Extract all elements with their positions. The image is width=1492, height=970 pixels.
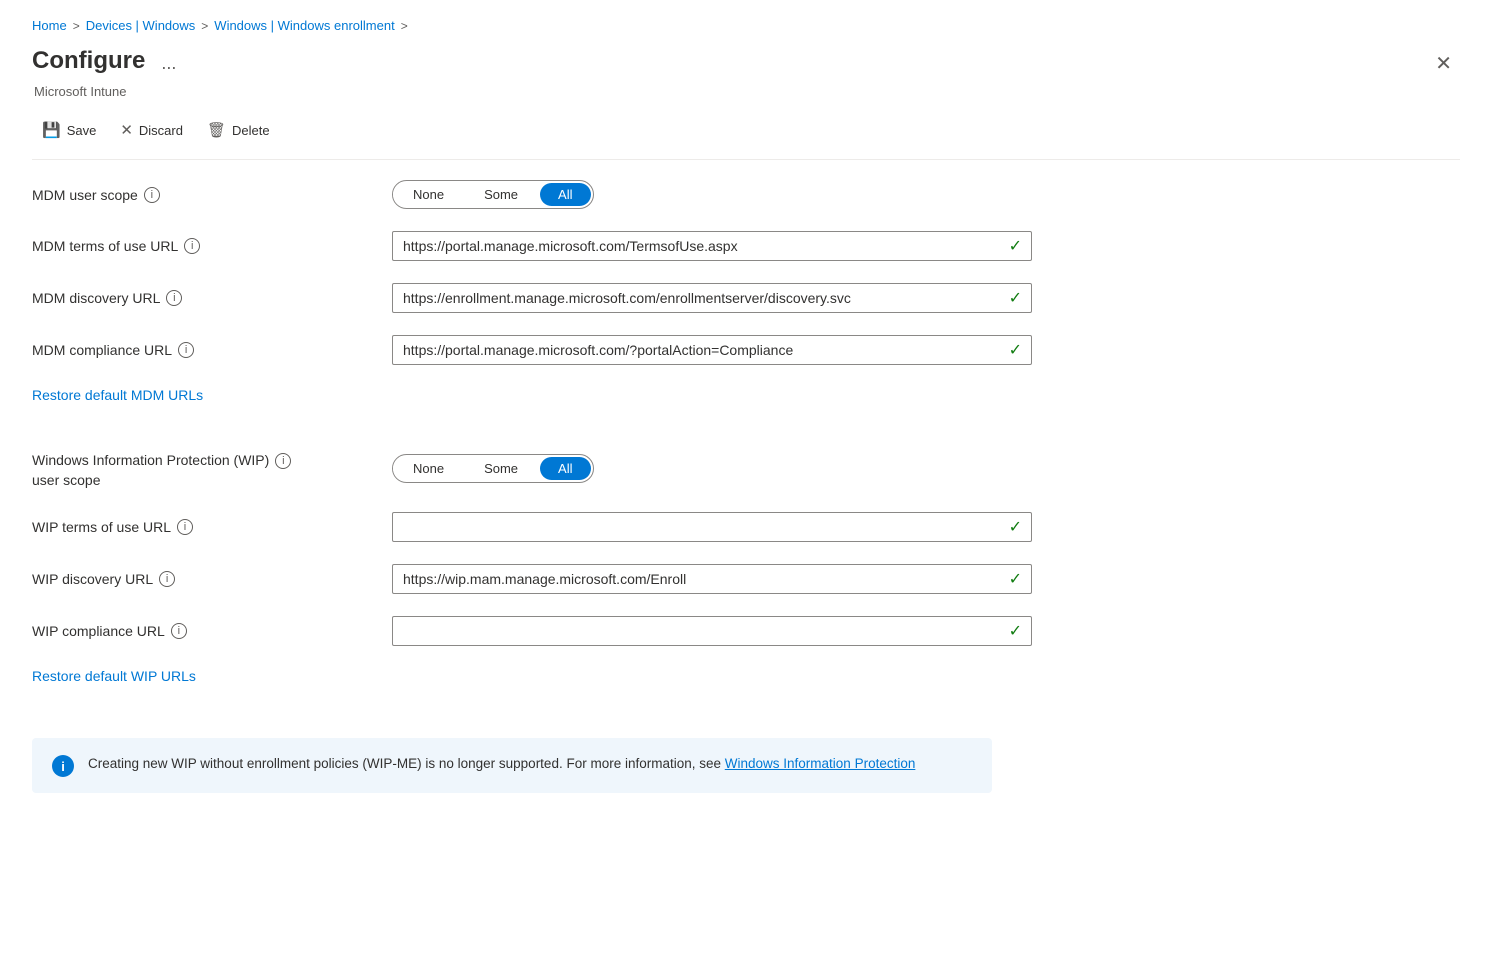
delete-label: Delete bbox=[232, 123, 270, 138]
info-box-link[interactable]: Windows Information Protection bbox=[725, 756, 916, 771]
mdm-compliance-url-label: MDM compliance URL i bbox=[32, 342, 372, 358]
wip-terms-url-input[interactable] bbox=[392, 512, 1032, 542]
mdm-section: MDM user scope i None Some All MDM terms… bbox=[32, 180, 1460, 437]
mdm-discovery-url-row: MDM discovery URL i ✓ bbox=[32, 283, 1460, 313]
wip-section: Windows Information Protection (WIP)user… bbox=[32, 447, 1460, 718]
wip-compliance-url-info-icon[interactable]: i bbox=[171, 623, 187, 639]
wip-user-scope-control: None Some All bbox=[392, 454, 1032, 483]
mdm-discovery-url-control: ✓ bbox=[392, 283, 1032, 313]
mdm-terms-url-input[interactable] bbox=[392, 231, 1032, 261]
header-left: Configure ... bbox=[32, 47, 182, 76]
ellipsis-button[interactable]: ... bbox=[155, 51, 182, 76]
save-label: Save bbox=[67, 123, 97, 138]
wip-discovery-url-info-icon[interactable]: i bbox=[159, 571, 175, 587]
save-button[interactable]: 💾 Save bbox=[32, 115, 106, 145]
wip-discovery-url-row: WIP discovery URL i ✓ bbox=[32, 564, 1460, 594]
mdm-user-scope-row: MDM user scope i None Some All bbox=[32, 180, 1460, 209]
mdm-compliance-url-check-icon: ✓ bbox=[1009, 340, 1022, 360]
wip-compliance-url-check-icon: ✓ bbox=[1009, 621, 1022, 641]
mdm-terms-url-control: ✓ bbox=[392, 231, 1032, 261]
wip-discovery-url-control: ✓ bbox=[392, 564, 1032, 594]
wip-compliance-url-text: WIP compliance URL bbox=[32, 623, 165, 639]
page-container: Home > Devices | Windows > Windows | Win… bbox=[0, 0, 1492, 970]
close-icon: ✕ bbox=[1435, 53, 1452, 75]
mdm-compliance-url-text: MDM compliance URL bbox=[32, 342, 172, 358]
mdm-terms-url-row: MDM terms of use URL i ✓ bbox=[32, 231, 1460, 261]
subtitle: Microsoft Intune bbox=[34, 84, 1460, 99]
info-box-icon: i bbox=[52, 755, 74, 777]
breadcrumb: Home > Devices | Windows > Windows | Win… bbox=[32, 18, 1460, 33]
breadcrumb-sep-1: > bbox=[73, 19, 80, 33]
ellipsis-icon: ... bbox=[161, 53, 176, 73]
breadcrumb-sep-3: > bbox=[401, 19, 408, 33]
wip-user-scope-label: Windows Information Protection (WIP)user… bbox=[32, 447, 372, 490]
breadcrumb-devices-windows[interactable]: Devices | Windows bbox=[86, 18, 196, 33]
mdm-toggle-group: None Some All bbox=[392, 180, 594, 209]
info-box: i Creating new WIP without enrollment po… bbox=[32, 738, 992, 793]
wip-discovery-url-input[interactable] bbox=[392, 564, 1032, 594]
wip-terms-url-text: WIP terms of use URL bbox=[32, 519, 171, 535]
wip-terms-url-check-icon: ✓ bbox=[1009, 517, 1022, 537]
mdm-compliance-url-info-icon[interactable]: i bbox=[178, 342, 194, 358]
mdm-toggle-all[interactable]: All bbox=[540, 183, 590, 206]
mdm-discovery-url-label: MDM discovery URL i bbox=[32, 290, 372, 306]
wip-toggle-none[interactable]: None bbox=[393, 456, 464, 481]
mdm-discovery-url-check-icon: ✓ bbox=[1009, 288, 1022, 308]
delete-icon: 🗑 bbox=[207, 121, 226, 139]
close-button[interactable]: ✕ bbox=[1427, 47, 1460, 80]
mdm-discovery-url-input[interactable] bbox=[392, 283, 1032, 313]
wip-compliance-url-control: ✓ bbox=[392, 616, 1032, 646]
mdm-user-scope-control: None Some All bbox=[392, 180, 1032, 209]
mdm-terms-url-label: MDM terms of use URL i bbox=[32, 238, 372, 254]
breadcrumb-sep-2: > bbox=[201, 19, 208, 33]
wip-terms-url-row: WIP terms of use URL i ✓ bbox=[32, 512, 1460, 542]
wip-toggle-some[interactable]: Some bbox=[464, 456, 538, 481]
mdm-compliance-url-input[interactable] bbox=[392, 335, 1032, 365]
discard-button[interactable]: ✕ Discard bbox=[110, 115, 193, 145]
mdm-compliance-url-row: MDM compliance URL i ✓ bbox=[32, 335, 1460, 365]
mdm-user-scope-info-icon[interactable]: i bbox=[144, 187, 160, 203]
mdm-toggle-some[interactable]: Some bbox=[464, 182, 538, 207]
info-box-text: Creating new WIP without enrollment poli… bbox=[88, 754, 915, 774]
mdm-discovery-url-text: MDM discovery URL bbox=[32, 290, 160, 306]
wip-user-scope-text: Windows Information Protection (WIP)user… bbox=[32, 451, 269, 490]
mdm-compliance-url-control: ✓ bbox=[392, 335, 1032, 365]
wip-discovery-url-text: WIP discovery URL bbox=[32, 571, 153, 587]
wip-terms-url-label: WIP terms of use URL i bbox=[32, 519, 372, 535]
mdm-terms-url-text: MDM terms of use URL bbox=[32, 238, 178, 254]
wip-toggle-all[interactable]: All bbox=[540, 457, 590, 480]
header-row: Configure ... ✕ bbox=[32, 47, 1460, 80]
mdm-toggle-none[interactable]: None bbox=[393, 182, 464, 207]
mdm-terms-url-check-icon: ✓ bbox=[1009, 236, 1022, 256]
restore-wip-urls-link[interactable]: Restore default WIP URLs bbox=[32, 668, 196, 684]
mdm-terms-url-info-icon[interactable]: i bbox=[184, 238, 200, 254]
mdm-user-scope-label: MDM user scope i bbox=[32, 187, 372, 203]
mdm-user-scope-text: MDM user scope bbox=[32, 187, 138, 203]
wip-discovery-url-check-icon: ✓ bbox=[1009, 569, 1022, 589]
wip-discovery-url-label: WIP discovery URL i bbox=[32, 571, 372, 587]
wip-toggle-group: None Some All bbox=[392, 454, 594, 483]
restore-mdm-urls-link[interactable]: Restore default MDM URLs bbox=[32, 387, 203, 403]
toolbar: 💾 Save ✕ Discard 🗑 Delete bbox=[32, 115, 1460, 160]
mdm-discovery-url-info-icon[interactable]: i bbox=[166, 290, 182, 306]
wip-terms-url-control: ✓ bbox=[392, 512, 1032, 542]
delete-button[interactable]: 🗑 Delete bbox=[197, 115, 280, 145]
wip-user-scope-row: Windows Information Protection (WIP)user… bbox=[32, 447, 1460, 490]
save-icon: 💾 bbox=[42, 121, 61, 139]
wip-compliance-url-input[interactable] bbox=[392, 616, 1032, 646]
wip-compliance-url-label: WIP compliance URL i bbox=[32, 623, 372, 639]
breadcrumb-home[interactable]: Home bbox=[32, 18, 67, 33]
wip-terms-url-info-icon[interactable]: i bbox=[177, 519, 193, 535]
wip-user-scope-info-icon[interactable]: i bbox=[275, 453, 291, 469]
discard-label: Discard bbox=[139, 123, 183, 138]
discard-icon: ✕ bbox=[120, 121, 133, 139]
info-box-text-before: Creating new WIP without enrollment poli… bbox=[88, 756, 725, 771]
page-title: Configure bbox=[32, 47, 145, 76]
breadcrumb-windows-enrollment[interactable]: Windows | Windows enrollment bbox=[214, 18, 394, 33]
wip-compliance-url-row: WIP compliance URL i ✓ bbox=[32, 616, 1460, 646]
